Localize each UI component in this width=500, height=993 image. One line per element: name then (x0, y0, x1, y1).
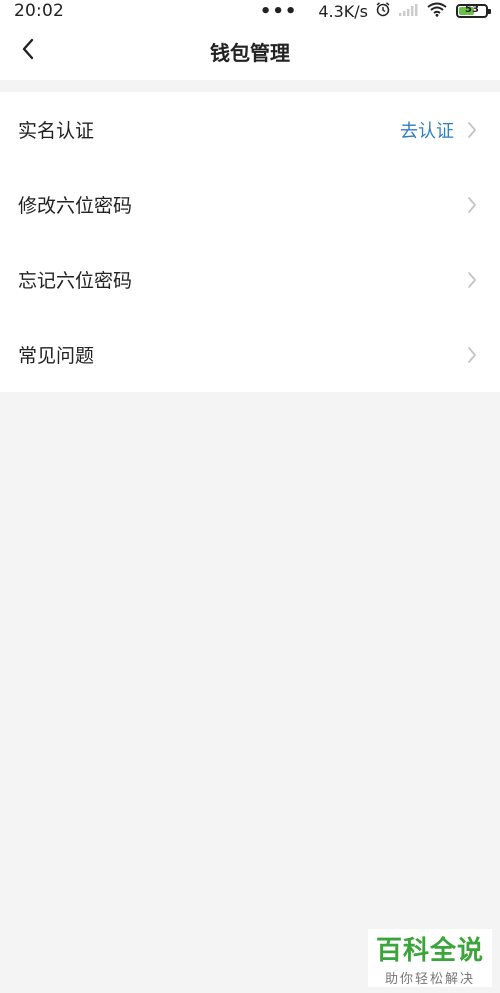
menu-item-faq[interactable]: 常见问题 (0, 317, 500, 392)
chevron-right-icon (466, 270, 478, 290)
chevron-left-icon (20, 37, 36, 65)
battery-tip (488, 9, 491, 14)
watermark-subtitle: 助你轻松解决 (384, 971, 475, 987)
menu-item-right: 去认证 (400, 117, 478, 143)
menu-item-label: 实名认证 (18, 120, 95, 142)
status-icons: ••• 4.3K/s 53 (259, 0, 491, 22)
menu-item-right (466, 195, 478, 215)
menu-item-label: 常见问题 (18, 345, 95, 367)
alarm-icon (375, 1, 391, 21)
network-speed: 4.3K/s (318, 1, 368, 21)
status-bar: 20:02 ••• 4.3K/s 53 (0, 0, 500, 22)
menu-item-forgot-password[interactable]: 忘记六位密码 (0, 242, 500, 317)
status-time: 20:02 (14, 1, 64, 21)
watermark-logo: 百科全说 助你轻松解决 (368, 929, 492, 987)
battery-level: 53 (465, 4, 479, 15)
chevron-right-icon (466, 120, 478, 140)
page-title: 钱包管理 (210, 40, 290, 65)
menu-item-label: 忘记六位密码 (18, 270, 133, 292)
section-divider (0, 80, 500, 92)
signal-icon (398, 2, 420, 21)
verify-link[interactable]: 去认证 (400, 117, 454, 143)
menu-item-real-name-verification[interactable]: 实名认证 去认证 (0, 92, 500, 167)
menu-item-right (466, 345, 478, 365)
chevron-right-icon (466, 195, 478, 215)
chevron-right-icon (466, 345, 478, 365)
wifi-icon (427, 2, 447, 21)
menu-list: 实名认证 去认证 修改六位密码 忘记六位密码 常见问题 (0, 92, 500, 392)
watermark-title: 百科全说 (375, 935, 484, 966)
menu-item-label: 修改六位密码 (18, 195, 133, 217)
menu-item-change-password[interactable]: 修改六位密码 (0, 167, 500, 242)
back-button[interactable] (10, 32, 46, 70)
battery-icon: 53 (456, 4, 491, 18)
menu-item-right (466, 270, 478, 290)
screen: 20:02 ••• 4.3K/s 53 钱包管理 实名认证 去认证 修改六位密码… (0, 0, 500, 993)
nav-bar: 钱包管理 (0, 22, 500, 80)
more-dots-icon: ••• (259, 0, 298, 22)
